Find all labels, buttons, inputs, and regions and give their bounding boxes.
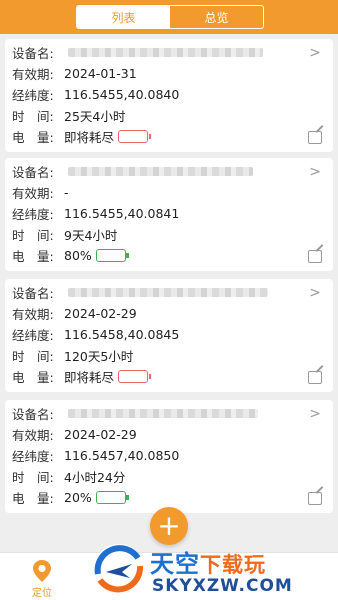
expiry-label: 有效期: [12, 306, 54, 322]
watermark-title-sub: 下载玩 [200, 553, 266, 577]
device-name-redacted [68, 47, 263, 57]
coords-value: 116.5457,40.0850 [64, 447, 180, 463]
edit-icon[interactable] [308, 492, 322, 505]
battery-label: 电 量: [12, 369, 54, 385]
battery-cap [126, 494, 129, 500]
chevron-right-icon[interactable]: > [309, 45, 321, 61]
watermark-url: SKYXZW.COM [152, 576, 293, 596]
device-name-label: 设备名: [12, 285, 54, 301]
time-value: 4小时24分 [64, 469, 126, 485]
chevron-right-icon[interactable]: > [309, 406, 321, 422]
tab-list[interactable]: 列表 [77, 6, 170, 28]
device-card[interactable]: 设备名: 有效期: 2024-02-29 经纬度: 116.5457,40.0850… [5, 400, 333, 513]
device-name-redacted [68, 166, 253, 176]
device-name-redacted [68, 287, 268, 297]
battery-cap [148, 373, 152, 379]
expiry-value: - [64, 184, 69, 200]
battery-cap [148, 133, 152, 139]
coords-value: 116.5455,40.0840 [64, 86, 180, 102]
coords-label: 经纬度: [12, 206, 54, 222]
chevron-right-icon[interactable]: > [309, 164, 321, 180]
battery-label: 电 量: [12, 248, 54, 264]
nav-label-location: 定位 [32, 588, 52, 599]
view-switcher: 列表 总览 [76, 5, 264, 29]
time-value: 9天4小时 [64, 227, 118, 243]
watermark: 天空下载玩 SKYXZW.COM [88, 538, 338, 600]
battery-ok-icon [95, 490, 129, 504]
battery-low-icon [118, 369, 152, 383]
coords-value: 116.5458,40.0845 [64, 326, 180, 342]
battery-label: 电 量: [12, 129, 54, 145]
edit-icon[interactable] [308, 131, 322, 144]
time-label: 时 间: [12, 348, 54, 364]
battery-low-icon [118, 129, 152, 143]
time-label: 时 间: [12, 469, 54, 485]
battery-ok-icon [95, 248, 129, 262]
expiry-label: 有效期: [12, 427, 54, 443]
device-name-label: 设备名: [12, 406, 54, 422]
coords-label: 经纬度: [12, 327, 54, 343]
expiry-value: 2024-01-31 [64, 65, 137, 81]
edit-icon[interactable] [308, 371, 322, 384]
time-value: 25天4小时 [64, 108, 126, 124]
nav-item-location[interactable]: 定位 [22, 559, 62, 599]
battery-label: 电 量: [12, 490, 54, 506]
device-name-label: 设备名: [12, 45, 54, 61]
edit-icon[interactable] [308, 250, 322, 263]
expiry-label: 有效期: [12, 66, 54, 82]
coords-label: 经纬度: [12, 448, 54, 464]
location-pin-icon [33, 560, 51, 582]
device-name-label: 设备名: [12, 164, 54, 180]
expiry-value: 2024-02-29 [64, 426, 137, 442]
coords-label: 经纬度: [12, 87, 54, 103]
battery-value: 即将耗尽 [64, 369, 115, 385]
coords-value: 116.5455,40.0841 [64, 205, 180, 221]
watermark-title-main: 天空 [150, 550, 200, 578]
top-header: 列表 总览 [0, 0, 338, 34]
watermark-logo-icon [94, 544, 144, 594]
battery-value: 20% [64, 489, 92, 505]
device-card[interactable]: 设备名: 有效期: 2024-01-31 经纬度: 116.5455,40.0840… [5, 39, 333, 152]
device-card[interactable]: 设备名: 有效期: 2024-02-29 经纬度: 116.5458,40.0845… [5, 279, 333, 392]
watermark-title: 天空下载玩 [150, 544, 266, 579]
chevron-right-icon[interactable]: > [309, 285, 321, 301]
tab-overview[interactable]: 总览 [170, 6, 263, 28]
expiry-label: 有效期: [12, 185, 54, 201]
device-card[interactable]: 设备名: 有效期: - 经纬度: 116.5455,40.0841 时 间: 9天4小… [5, 158, 333, 271]
battery-cap [126, 252, 129, 258]
battery-value: 80% [64, 247, 92, 263]
expiry-value: 2024-02-29 [64, 305, 137, 321]
time-label: 时 间: [12, 227, 54, 243]
battery-value: 即将耗尽 [64, 129, 115, 145]
device-name-redacted [68, 408, 258, 418]
time-label: 时 间: [12, 108, 54, 124]
time-value: 120天5小时 [64, 348, 134, 364]
